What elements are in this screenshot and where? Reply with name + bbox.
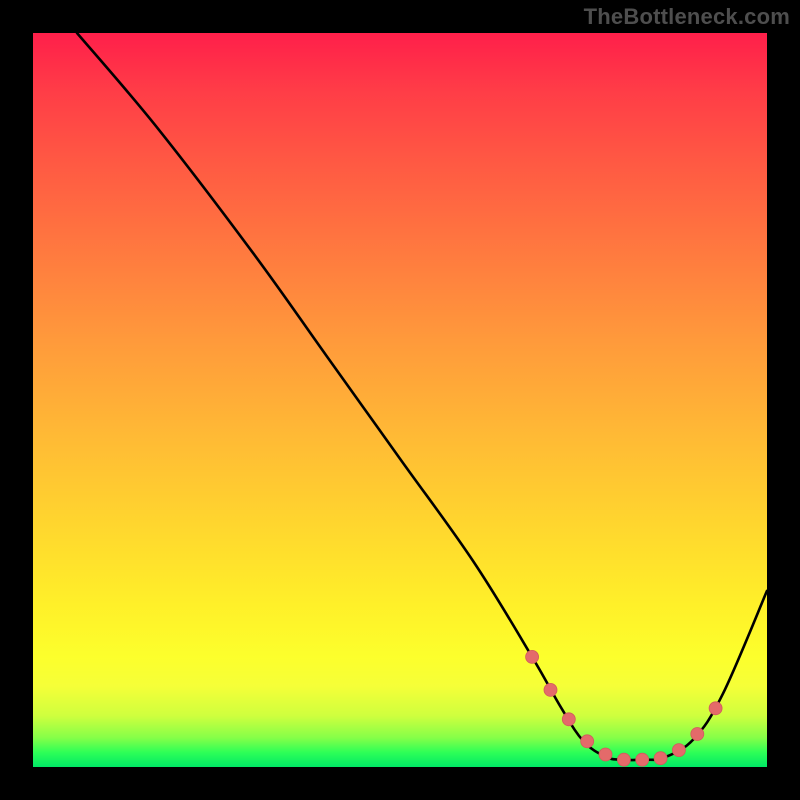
- marker-dot: [691, 728, 704, 741]
- marker-dot: [526, 650, 539, 663]
- dots-svg: [33, 33, 767, 767]
- marker-dot: [654, 752, 667, 765]
- marker-dot: [636, 753, 649, 766]
- marker-dot: [544, 683, 557, 696]
- watermark-text: TheBottleneck.com: [584, 4, 790, 30]
- plot-area: [33, 33, 767, 767]
- marker-dot: [562, 713, 575, 726]
- marker-dot: [581, 735, 594, 748]
- chart-frame: TheBottleneck.com: [0, 0, 800, 800]
- marker-dot: [599, 748, 612, 761]
- marker-dot: [709, 702, 722, 715]
- marker-dot: [617, 753, 630, 766]
- marker-dot: [672, 744, 685, 757]
- marker-group: [526, 650, 723, 766]
